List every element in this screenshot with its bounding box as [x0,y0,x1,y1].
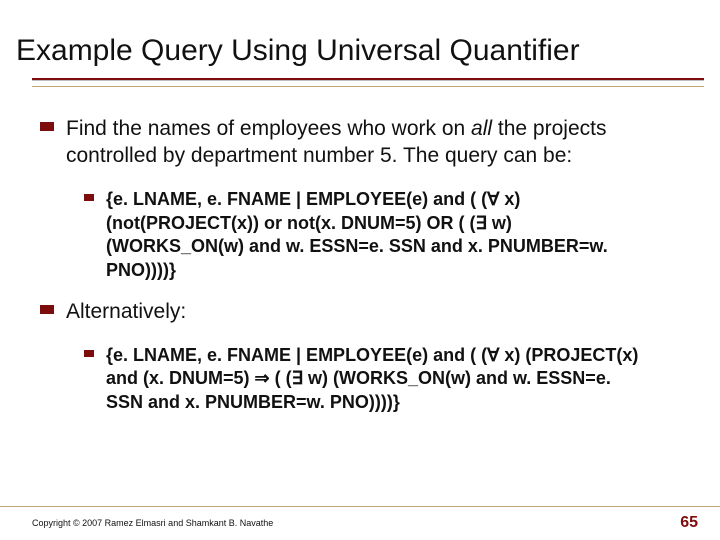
bullet-level1: Find the names of employees who work on … [40,116,680,170]
text-fragment: Find the names of employees who work on [66,117,471,140]
content-area: Find the names of employees who work on … [0,98,720,415]
slide: Example Query Using Universal Quantifier… [0,0,720,540]
emphasis-all: all [471,117,492,140]
query-formula-1: {e. LNAME, e. FNAME | EMPLOYEE(e) and ( … [106,188,646,283]
paragraph-alt: Alternatively: [66,299,186,326]
square-bullet-icon [40,122,54,131]
bullet-level2: {e. LNAME, e. FNAME | EMPLOYEE(e) and ( … [84,344,680,415]
bullet-level1: Alternatively: [40,299,680,326]
title-block: Example Query Using Universal Quantifier [0,0,720,98]
slide-title: Example Query Using Universal Quantifier [16,34,704,68]
square-bullet-icon [40,305,54,314]
square-bullet-icon [84,350,94,357]
square-bullet-icon [84,194,94,201]
copyright-text: Copyright © 2007 Ramez Elmasri and Shamk… [32,518,273,528]
query-formula-2: {e. LNAME, e. FNAME | EMPLOYEE(e) and ( … [106,344,646,415]
footer: Copyright © 2007 Ramez Elmasri and Shamk… [0,506,720,540]
title-rule [16,78,704,88]
paragraph-intro: Find the names of employees who work on … [66,116,680,170]
page-number: 65 [680,514,698,532]
bullet-level2: {e. LNAME, e. FNAME | EMPLOYEE(e) and ( … [84,188,680,283]
